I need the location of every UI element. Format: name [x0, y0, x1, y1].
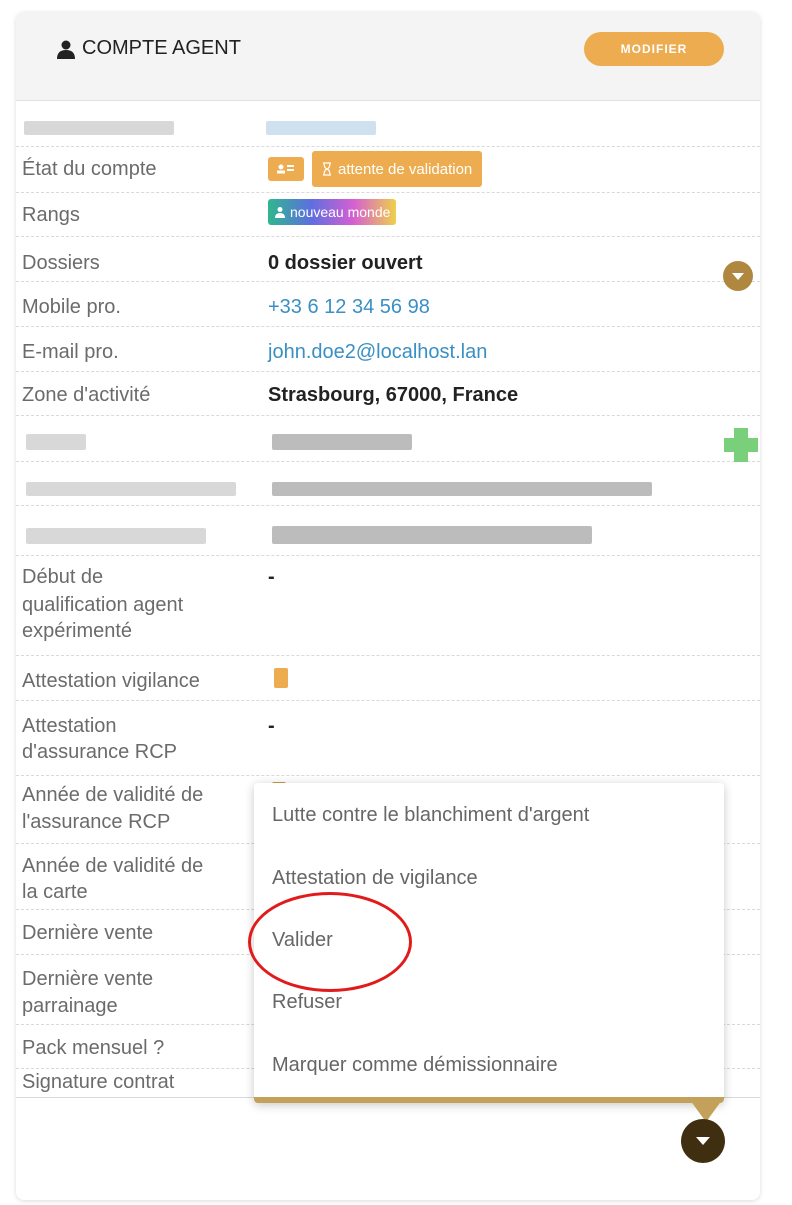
- label: Dernière vente: [22, 968, 154, 990]
- label: parrainage: [22, 995, 118, 1017]
- row-account-state: État du compte attente de validation: [16, 147, 760, 193]
- blurred-row: [16, 462, 760, 506]
- row-ranks: Rangs nouveau monde: [16, 193, 760, 237]
- email-link[interactable]: john.doe2@localhost.lan: [268, 339, 487, 365]
- add-icon[interactable]: [722, 426, 760, 464]
- label: E-mail pro.: [22, 341, 119, 363]
- label: expérimenté: [22, 620, 133, 642]
- status-text: attente de validation: [338, 160, 473, 178]
- label: qualification agent: [22, 594, 184, 616]
- files-value: 0 dossier ouvert: [268, 252, 423, 274]
- label: la carte: [22, 881, 88, 903]
- qualification-value: -: [268, 566, 275, 588]
- label: Rangs: [22, 204, 80, 226]
- hourglass-icon: [323, 162, 331, 176]
- row-email: E-mail pro. john.doe2@localhost.lan: [16, 327, 760, 372]
- label: Attestation vigilance: [22, 670, 200, 692]
- blurred-row: [16, 506, 760, 556]
- row-qualification-start: Début de qualification agent expérimenté…: [16, 556, 760, 656]
- label: Dossiers: [22, 252, 100, 274]
- label: Année de validité de: [22, 784, 204, 806]
- rank-text: nouveau monde: [290, 204, 391, 220]
- label: Signature contrat: [22, 1071, 175, 1093]
- card-title-text: COMPTE AGENT: [82, 37, 241, 59]
- document-icon[interactable]: [274, 668, 288, 688]
- label: Mobile pro.: [22, 296, 121, 318]
- label: Début de: [22, 566, 104, 588]
- label: Pack mensuel ?: [22, 1037, 165, 1059]
- label: d'assurance RCP: [22, 741, 177, 763]
- row-zone: Zone d'activité Strasbourg, 67000, Franc…: [16, 372, 760, 416]
- modify-button[interactable]: MODIFIER: [584, 32, 724, 66]
- label: État du compte: [22, 158, 157, 180]
- user-icon: [57, 40, 75, 59]
- blurred-row: [16, 109, 760, 147]
- menu-item-mark-resigned[interactable]: Marquer comme démissionnaire: [272, 1052, 558, 1078]
- status-badge: attente de validation: [312, 151, 483, 187]
- menu-item-anti-money-laundering[interactable]: Lutte contre le blanchiment d'argent: [272, 802, 589, 828]
- blurred-row: [16, 416, 760, 462]
- row-insurance: Attestation d'assurance RCP -: [16, 701, 760, 776]
- card-title: COMPTE AGENT: [56, 37, 241, 60]
- row-files: Dossiers 0 dossier ouvert: [16, 237, 760, 291]
- row-mobile: Mobile pro. +33 6 12 34 56 98: [16, 282, 760, 327]
- label: Dernière vente: [22, 922, 154, 944]
- highlight-circle: [248, 892, 412, 992]
- insurance-value: -: [268, 715, 275, 737]
- people-icon: [275, 207, 285, 218]
- rank-badge: nouveau monde: [268, 199, 397, 225]
- label: l'assurance RCP: [22, 811, 171, 833]
- label: Année de validité de: [22, 855, 204, 877]
- menu-item-refuse[interactable]: Refuser: [272, 989, 342, 1015]
- label: Attestation: [22, 715, 117, 737]
- id-card-icon: [268, 157, 304, 181]
- row-vigilance: Attestation vigilance: [16, 656, 760, 701]
- label: Zone d'activité: [22, 384, 151, 406]
- actions-toggle-button[interactable]: [681, 1119, 725, 1163]
- card-header: COMPTE AGENT MODIFIER: [16, 12, 760, 101]
- menu-item-vigilance-certificate[interactable]: Attestation de vigilance: [272, 865, 478, 891]
- mobile-link[interactable]: +33 6 12 34 56 98: [268, 294, 430, 320]
- zone-value: Strasbourg, 67000, France: [268, 384, 519, 406]
